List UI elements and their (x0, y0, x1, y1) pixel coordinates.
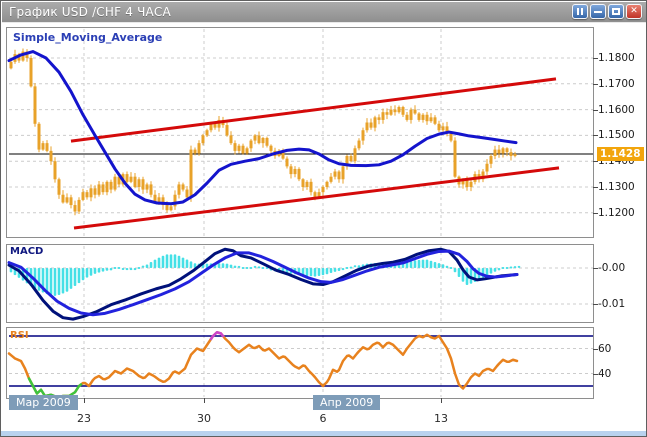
rsi-axis-label: 60 (598, 343, 646, 355)
axis-tick (593, 84, 598, 85)
minimize-button[interactable] (590, 4, 606, 19)
month-badge: Апр 2009 (313, 395, 380, 410)
rsi-chart[interactable] (7, 328, 593, 398)
macd-chart[interactable] (7, 245, 593, 322)
window-title: График USD /CHF 4 ЧАСА (2, 5, 171, 19)
time-axis-tick (441, 398, 442, 403)
day-label: 13 (434, 412, 448, 425)
time-axis-tick (204, 398, 205, 403)
rsi-indicator-label: RSI (10, 330, 29, 341)
axis-tick (593, 135, 598, 136)
axis-tick (593, 374, 598, 375)
price-chart[interactable] (7, 28, 593, 237)
price-axis-label: 1.1300 (598, 181, 646, 193)
month-badge: Мар 2009 (9, 395, 78, 410)
time-axis-tick (84, 398, 85, 403)
axis-tick (593, 268, 598, 269)
pause-icon (577, 8, 579, 15)
rsi-axis-label: 40 (598, 368, 646, 380)
window-bottom-strip (1, 431, 647, 437)
axis-tick (593, 213, 598, 214)
sma-indicator-label: Simple_Moving_Average (13, 31, 162, 44)
maximize-button[interactable] (608, 4, 624, 19)
pause-button[interactable] (572, 4, 588, 19)
day-label: 23 (77, 412, 91, 425)
maximize-icon (612, 8, 620, 15)
axis-tick (593, 349, 598, 350)
macd-axis-label: -0.01 (598, 298, 646, 310)
macd-axis-label: -0.00 (598, 262, 646, 274)
day-label: 6 (320, 412, 327, 425)
minimize-icon (594, 11, 602, 13)
price-axis-label: 1.1500 (598, 129, 646, 141)
axis-tick (593, 58, 598, 59)
axis-tick (593, 304, 598, 305)
window-controls (572, 4, 642, 19)
macd-indicator-label: MACD (10, 246, 43, 257)
price-axis-label: 1.1700 (598, 78, 646, 90)
day-label: 30 (197, 412, 211, 425)
axis-tick (593, 161, 598, 162)
price-axis-label: 1.1600 (598, 104, 646, 116)
chart-window: График USD /CHF 4 ЧАСА Simple_Moving_Ave… (0, 0, 647, 437)
axis-tick (593, 110, 598, 111)
price-axis-label: 1.1200 (598, 207, 646, 219)
current-price-badge: 1.1428 (597, 147, 644, 161)
price-axis-label: 1.1800 (598, 52, 646, 64)
axis-tick (593, 187, 598, 188)
close-button[interactable] (626, 4, 642, 19)
window-titlebar[interactable]: График USD /CHF 4 ЧАСА (2, 2, 646, 23)
